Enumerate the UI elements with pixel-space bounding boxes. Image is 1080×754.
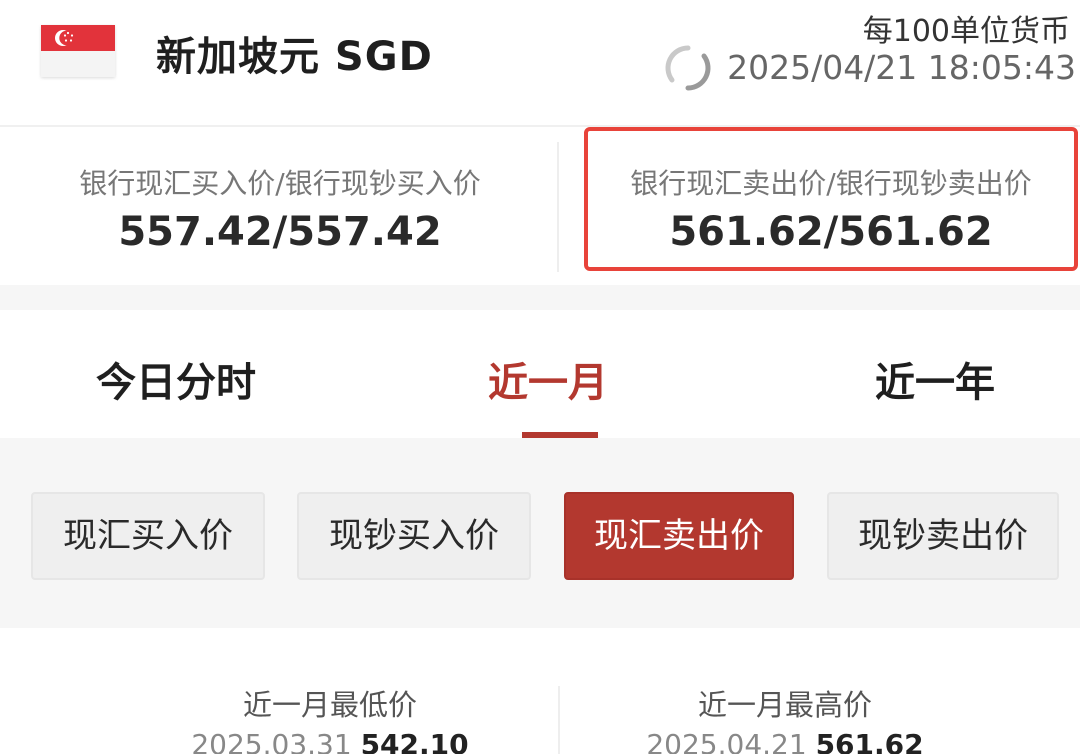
rate-type-selector: 现汇买入价 现钞买入价 现汇卖出价 现钞卖出价	[0, 438, 1080, 628]
cash-sell-button[interactable]: 现钞卖出价	[827, 492, 1059, 580]
tab-last-month[interactable]: 近一月	[488, 350, 608, 408]
period-tabs: 今日分时 近一月 近一年	[0, 310, 1080, 438]
month-high-value: 561.62	[815, 728, 924, 754]
refresh-icon[interactable]	[664, 44, 712, 92]
month-high-line: 2025.04.21 561.62	[615, 728, 955, 754]
buy-price-label: 银行现汇买入价/银行现钞买入价	[79, 167, 481, 200]
cash-buy-button[interactable]: 现钞买入价	[297, 492, 531, 580]
currency-title: 新加坡元 SGD	[156, 34, 433, 80]
price-divider	[557, 142, 559, 272]
currency-header: 新加坡元 SGD 每100单位货币 2025/04/21 18:05:43	[0, 0, 1080, 125]
month-low-line: 2025.03.31 542.10	[160, 728, 500, 754]
spot-buy-button[interactable]: 现汇买入价	[31, 492, 265, 580]
unit-note: 每100单位货币	[862, 14, 1070, 49]
price-panel: 银行现汇买入价/银行现钞买入价 557.42/557.42 银行现汇卖出价/银行…	[0, 125, 1080, 285]
singapore-flag-icon	[41, 25, 115, 77]
month-high-stat: 近一月最高价 2025.04.21 561.62	[615, 682, 955, 754]
exchange-rate-page: 新加坡元 SGD 每100单位货币 2025/04/21 18:05:43 银行…	[0, 0, 1080, 754]
tab-last-year[interactable]: 近一年	[875, 350, 995, 408]
update-timestamp: 2025/04/21 18:05:43	[727, 48, 1076, 87]
month-low-label: 近一月最低价	[242, 688, 417, 722]
spot-sell-button[interactable]: 现汇卖出价	[564, 492, 794, 580]
month-low-value: 542.10	[360, 728, 469, 754]
buy-price-value: 557.42/557.42	[118, 209, 442, 255]
stats-divider	[558, 686, 560, 754]
section-gap	[0, 285, 1080, 310]
month-high-date: 2025.04.21	[646, 728, 807, 754]
month-stats: 近一月最低价 2025.03.31 542.10 近一月最高价 2025.04.…	[0, 628, 1080, 754]
buy-price-block: 银行现汇买入价/银行现钞买入价 557.42/557.42	[0, 127, 560, 277]
tab-today[interactable]: 今日分时	[96, 350, 256, 408]
month-high-label: 近一月最高价	[697, 688, 872, 722]
sell-price-highlight	[584, 127, 1078, 271]
month-low-date: 2025.03.31	[191, 728, 352, 754]
month-low-stat: 近一月最低价 2025.03.31 542.10	[160, 682, 500, 754]
